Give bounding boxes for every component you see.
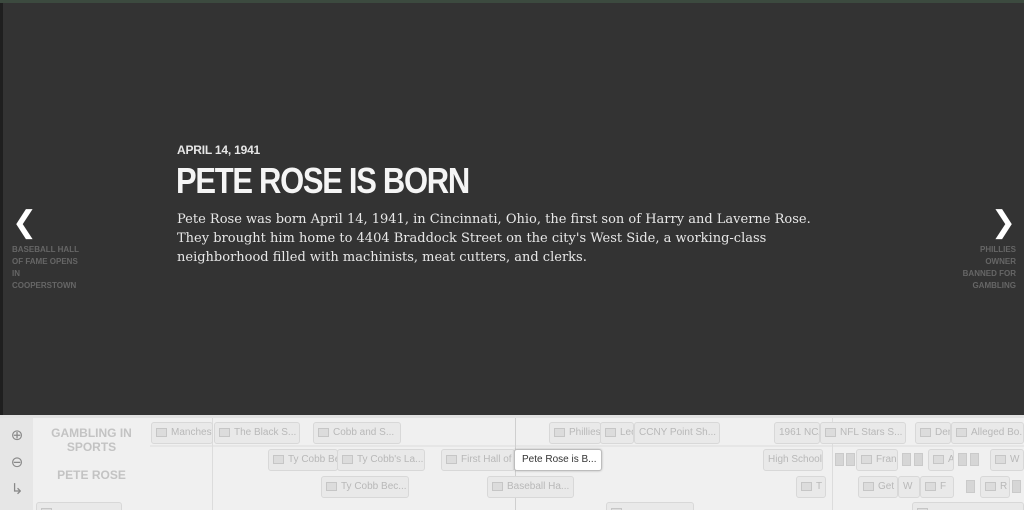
timeline-marker[interactable]: 1961 NCAA — [774, 422, 820, 444]
timeline-marker[interactable]: Denny — [915, 422, 951, 444]
image-icon — [920, 427, 931, 437]
previous-slide-button[interactable]: ❮ BASEBALL HALL OF FAME OPENS IN COOPERS… — [12, 208, 112, 292]
image-icon — [825, 427, 836, 437]
timeline-marker[interactable]: Ty Cobb's La... — [337, 449, 425, 471]
image-icon — [995, 454, 1006, 464]
image-icon — [273, 454, 284, 464]
next-slide-button[interactable]: ❯ PHILLIES OWNER BANNED FOR GAMBLING — [916, 208, 1016, 292]
image-icon — [956, 427, 967, 437]
timeline-marker[interactable] — [36, 502, 122, 510]
timeline-marker[interactable]: Cobb and S... — [313, 422, 401, 444]
timeline-groups: GAMBLING IN SPORTS PETE ROSE — [33, 418, 150, 510]
image-icon — [801, 481, 812, 491]
slide-panel: APRIL 14, 1941 PETE ROSE IS BORN Pete Ro… — [0, 3, 1024, 415]
timeline-marker[interactable]: Phillies — [549, 422, 601, 444]
timeline-marker[interactable]: CCNY Point Sh... — [634, 422, 720, 444]
image-icon — [933, 454, 944, 464]
image-icon — [861, 454, 872, 464]
timeline-marker[interactable]: Get — [858, 476, 898, 498]
slide-body-text: Pete Rose was born April 14, 1941, in Ci… — [177, 212, 811, 265]
zoom-in-icon[interactable]: ⊕ — [8, 426, 26, 444]
timeline-mini-marker[interactable] — [1012, 480, 1021, 493]
timeline-marker[interactable]: Baseball Ha... — [487, 476, 574, 498]
timeline-marker[interactable]: Ty Cobb Be... — [268, 449, 338, 471]
image-icon — [554, 427, 565, 437]
timeline-marker[interactable] — [606, 502, 694, 510]
timeline-marker[interactable]: Frank — [856, 449, 898, 471]
timeline-marker[interactable]: T — [796, 476, 826, 498]
slide-date: APRIL 14, 1941 — [177, 143, 261, 157]
timeline-navigator[interactable]: ⊕ ⊖ ↳ GAMBLING IN SPORTS PETE ROSE Manch… — [0, 415, 1024, 510]
timeline-marker[interactable]: W — [990, 449, 1024, 471]
zoom-out-icon[interactable]: ⊖ — [8, 453, 26, 471]
timeline-mini-marker[interactable] — [970, 453, 979, 466]
group-label-pete-rose: PETE ROSE — [57, 468, 126, 482]
image-icon — [342, 454, 353, 464]
group-divider — [150, 445, 1024, 447]
chevron-right-icon: ❯ — [990, 205, 1016, 240]
slide-headline: PETE ROSE IS BORN — [176, 160, 470, 201]
timeline-mini-marker[interactable] — [846, 453, 855, 466]
timeline-marker[interactable]: R — [980, 476, 1010, 498]
timeline-mini-marker[interactable] — [835, 453, 844, 466]
timeline-marker[interactable]: NFL Stars S... — [820, 422, 906, 444]
timeline-marker[interactable]: First Hall of — [441, 449, 515, 471]
timeline-marker[interactable]: W — [898, 476, 920, 498]
group-label-gambling: GAMBLING IN SPORTS — [51, 426, 132, 454]
timeline-marker[interactable]: Alleged Bo... — [951, 422, 1024, 444]
image-icon — [985, 481, 996, 491]
timeline-mini-marker[interactable] — [966, 480, 975, 493]
timeline-marker[interactable]: Manchester — [151, 422, 213, 444]
timeline-toolbar: ⊕ ⊖ ↳ — [0, 418, 33, 510]
timeline-mini-marker[interactable] — [902, 453, 911, 466]
image-icon — [156, 427, 167, 437]
timeline-marker[interactable]: Leo — [600, 422, 634, 444]
return-to-title-icon[interactable]: ↳ — [8, 480, 26, 498]
chevron-left-icon: ❮ — [12, 205, 38, 240]
image-icon — [863, 481, 874, 491]
timeline-marker[interactable]: High School — [763, 449, 823, 471]
image-icon — [925, 481, 936, 491]
timeline-marker[interactable]: Ty Cobb Bec... — [321, 476, 409, 498]
image-icon — [326, 481, 337, 491]
timeline-mini-marker[interactable] — [958, 453, 967, 466]
timeline-mini-marker[interactable] — [914, 453, 923, 466]
image-icon — [605, 427, 616, 437]
previous-slide-label: BASEBALL HALL OF FAME OPENS IN COOPERSTO… — [12, 245, 79, 290]
image-icon — [318, 427, 329, 437]
image-icon — [446, 454, 457, 464]
next-slide-label: PHILLIES OWNER BANNED FOR GAMBLING — [962, 245, 1016, 290]
image-icon — [492, 481, 503, 491]
timeline-marker[interactable]: F — [920, 476, 954, 498]
timeline-marker[interactable]: Ac — [928, 449, 954, 471]
timeline-marker[interactable] — [912, 502, 1024, 510]
image-icon — [219, 427, 230, 437]
timeline-marker-current[interactable]: Pete Rose is B... — [514, 449, 602, 471]
timeline-marker[interactable]: The Black S... — [214, 422, 300, 444]
